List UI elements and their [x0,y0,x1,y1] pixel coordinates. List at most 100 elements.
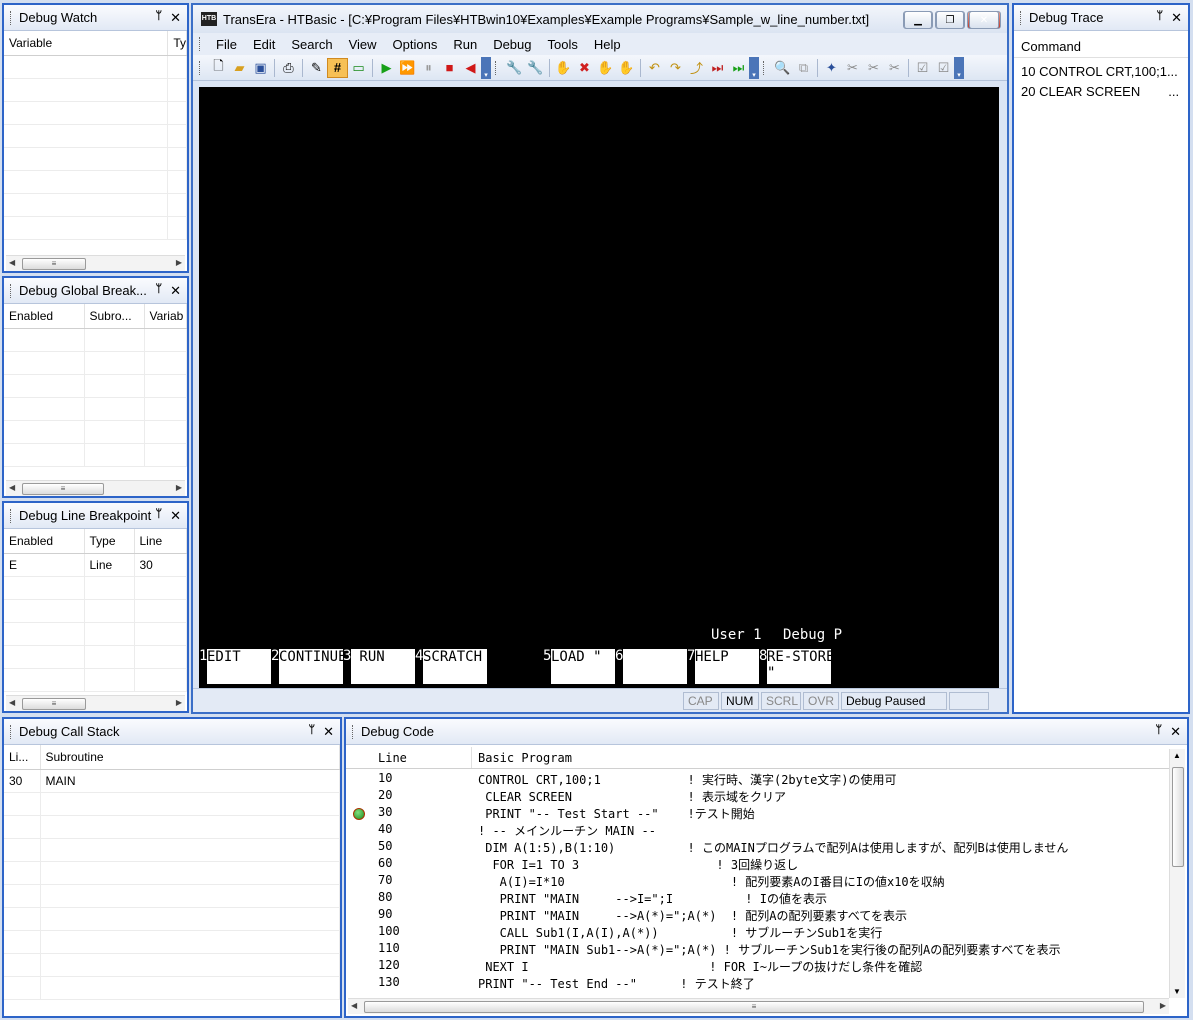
find-icon[interactable]: 🔍 [772,58,793,78]
wrench-add-icon[interactable]: 🔧 [525,58,546,78]
menu-view[interactable]: View [341,37,385,52]
step-into-icon[interactable]: ↶ [644,58,665,78]
toolbar-overflow-icon[interactable]: ▾ [749,56,759,79]
drag-grip-icon[interactable] [10,508,13,523]
minimize-button[interactable]: ▁ [903,11,933,29]
drag-grip-icon[interactable] [763,60,766,75]
print-icon[interactable]: ⎙ [278,58,299,78]
toolbar-overflow-icon[interactable]: ▾ [481,56,491,79]
code-line[interactable]: 110 PRINT "MAIN Sub1-->A(*)=";A(*) ! サブル… [346,941,1169,958]
replace-icon[interactable]: ⧉ [793,58,814,78]
menu-edit[interactable]: Edit [245,37,283,52]
drag-grip-icon[interactable] [1020,10,1023,25]
toolbar-overflow-icon[interactable]: ▾ [954,56,964,79]
close-icon[interactable]: ✕ [1171,10,1182,26]
scroll-right-icon[interactable]: ▶ [176,483,182,492]
global-breakpoints-title-bar[interactable]: Debug Global Break... ᛘ ✕ [4,278,187,304]
column-header-line[interactable]: Line [378,751,407,765]
column-header-line[interactable]: Li... [4,745,41,770]
softkey-6[interactable] [623,649,687,684]
trace-row[interactable]: 10 CONTROL CRT,100;1... [1021,62,1188,82]
drag-grip-icon[interactable] [199,37,202,51]
close-icon[interactable]: ✕ [170,283,181,299]
run-to-cursor-icon[interactable]: ⏭ [707,58,728,78]
column-header-type[interactable]: Ty [167,31,187,56]
pin-icon[interactable]: ᛘ [1155,724,1162,740]
htbasic-app-icon[interactable]: HTB [201,12,217,26]
column-header-variable[interactable]: Variab [144,304,187,329]
drag-grip-icon[interactable] [10,283,13,298]
scroll-up-icon[interactable]: ▲ [1173,751,1181,760]
scroll-right-icon[interactable]: ▶ [1160,1001,1166,1010]
column-header-subroutine[interactable]: Subro... [84,304,145,329]
new-file-icon[interactable]: 🗋 [208,58,229,78]
crt-output-screen[interactable]: User 1 Debug P 1 EDIT 2 CONTINUE 3 RUN 4… [199,87,999,688]
run-to-end-icon[interactable]: ⏭ [728,58,749,78]
horizontal-scrollbar[interactable]: ◀ ≡ ▶ [6,480,185,496]
menu-options[interactable]: Options [385,37,446,52]
check-a-icon[interactable]: ☑ [912,58,933,78]
code-line[interactable]: 40 ! -- メインルーチン MAIN -- [346,822,1169,839]
softkey-continue[interactable]: CONTINUE [279,649,343,684]
pin-icon[interactable]: ᛘ [155,508,162,524]
code-line[interactable]: 60 FOR I=1 TO 3 ! 3回繰り返し [346,856,1169,873]
menu-debug[interactable]: Debug [485,37,539,52]
pin-icon[interactable]: ᛘ [1156,10,1163,26]
scroll-thumb[interactable] [1172,767,1184,867]
menu-help[interactable]: Help [586,37,629,52]
continue-icon[interactable]: ⏩ [397,58,418,78]
softkey-edit[interactable]: EDIT [207,649,271,684]
column-header-type[interactable]: Type [84,529,135,554]
horizontal-scrollbar[interactable]: ◀ ≡ ▶ [6,255,185,271]
scroll-down-icon[interactable]: ▼ [1173,987,1181,996]
code-line[interactable]: 50 DIM A(1:5),B(1:10) ! このMAINプログラムで配列Aは… [346,839,1169,856]
code-line[interactable]: 70 A(I)=I*10 ! 配列要素AのI番目にIの値x10を収納 [346,873,1169,890]
column-header-enabled[interactable]: Enabled [4,304,85,329]
scroll-thumb[interactable]: ≡ [364,1001,1144,1013]
drag-grip-icon[interactable] [10,724,13,739]
edit-document-icon[interactable]: ✎ [306,58,327,78]
scroll-right-icon[interactable]: ▶ [176,258,182,267]
call-stack-title-bar[interactable]: Debug Call Stack ᛘ ✕ [4,719,340,745]
code-line[interactable]: 120 NEXT I ! FOR I~ループの抜けだし条件を確認 [346,958,1169,975]
code-listing[interactable]: 10 CONTROL CRT,100;1 ! 実行時、漢字(2byte文字)の使用… [346,771,1169,992]
code-line[interactable]: 10 CONTROL CRT,100;1 ! 実行時、漢字(2byte文字)の使用… [346,771,1169,788]
maximize-button[interactable]: ❐ [935,11,965,29]
table-row[interactable]: E Line 30 [4,553,187,577]
scroll-left-icon[interactable]: ◀ [9,483,15,492]
scroll-left-icon[interactable]: ◀ [9,698,15,707]
tool-d-icon[interactable]: ✂ [884,58,905,78]
scroll-left-icon[interactable]: ◀ [351,1001,357,1010]
column-header-variable[interactable]: Variable [4,31,169,56]
pin-icon[interactable]: ᛘ [155,10,162,26]
code-line[interactable]: 100 CALL Sub1(I,A(I),A(*)) ! サブルーチンSub1を… [346,924,1169,941]
table-row[interactable]: 30 MAIN [4,769,340,793]
breakpoint-marker-icon[interactable] [353,808,365,820]
trace-row[interactable]: 20 CLEAR SCREEN... [1021,82,1188,102]
code-line[interactable]: 20 CLEAR SCREEN ! 表示域をクリア [346,788,1169,805]
close-window-button[interactable]: ✕ [967,11,1001,29]
stop-icon[interactable]: ■ [439,58,460,78]
open-folder-icon[interactable]: ▰ [229,58,250,78]
close-icon[interactable]: ✕ [170,508,181,524]
softkey-restore[interactable]: RE-STORE " [767,649,831,684]
tool-c-icon[interactable]: ✂ [863,58,884,78]
drag-grip-icon[interactable] [10,10,13,25]
scroll-thumb[interactable]: ≡ [22,258,86,270]
debug-trace-title-bar[interactable]: Debug Trace ᛘ ✕ [1014,5,1188,31]
pause-icon[interactable]: ⏸ [418,58,439,78]
menu-search[interactable]: Search [283,37,340,52]
code-line[interactable]: 130 PRINT "-- Test End --" ! テスト終了 [346,975,1169,992]
close-icon[interactable]: ✕ [1170,724,1181,740]
drag-grip-icon[interactable] [352,724,355,739]
wrench-icon[interactable]: 🔧 [504,58,525,78]
hand-icon[interactable]: ✋ [553,58,574,78]
horizontal-scrollbar[interactable]: ◀ ≡ ▶ [6,695,185,711]
menu-file[interactable]: File [208,37,245,52]
drag-grip-icon[interactable] [199,60,202,75]
code-line[interactable]: 90 PRINT "MAIN -->A(*)=";A(*) ! 配列Aの配列要素… [346,907,1169,924]
vertical-scrollbar[interactable]: ▲ ▼ [1169,749,1185,998]
check-b-icon[interactable]: ☑ [933,58,954,78]
code-line[interactable]: 80 PRINT "MAIN -->I=";I ! Iの値を表示 [346,890,1169,907]
code-line[interactable]: 30 PRINT "-- Test Start --" !テスト開始 [346,805,1169,822]
